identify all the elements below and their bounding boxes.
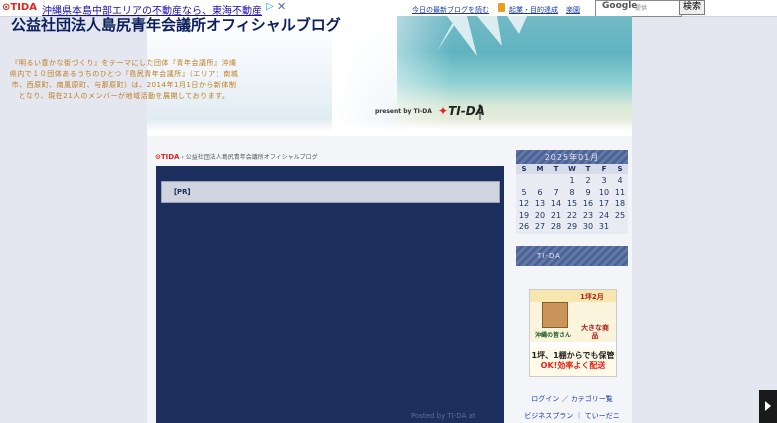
tida-logo[interactable]: ⊙TIDA (2, 2, 37, 13)
ad-banner-badge: 1坪2月 (580, 293, 604, 301)
breadcrumb-separator: › (181, 154, 184, 161)
calendar-day[interactable]: 12 (516, 199, 532, 208)
calendar-day[interactable]: 3 (596, 176, 612, 185)
calendar-dow: M (536, 165, 544, 173)
tida-box (516, 246, 628, 266)
google-logo: Google (602, 1, 638, 11)
calendar-dow: S (521, 165, 527, 173)
tida-logo-text: TI-DA (448, 104, 485, 118)
calendar-day[interactable]: 22 (564, 211, 580, 220)
tida-star-icon: ✦ (438, 104, 449, 118)
calendar-day[interactable]: 15 (564, 199, 580, 208)
calendar-day[interactable]: 11 (612, 188, 628, 197)
cardboard-box-icon (542, 302, 568, 328)
ad-choices-icon[interactable]: ▷ (266, 1, 274, 12)
pr-box (161, 181, 500, 203)
google-provided-label: 提供 (635, 5, 648, 12)
calendar-day[interactable]: 24 (596, 211, 612, 220)
latest-blog-link[interactable]: 今日の最新ブログを読む (412, 5, 489, 15)
next-arrow-icon[interactable] (759, 390, 777, 423)
calendar-day[interactable]: 19 (516, 211, 532, 220)
calendar-day[interactable]: 17 (596, 199, 612, 208)
calendar-dow: S (617, 165, 623, 173)
calendar-day[interactable]: 30 (580, 222, 596, 231)
calendar-title: 2025年01月 (544, 153, 600, 162)
calendar-day[interactable]: 25 (612, 211, 628, 220)
calendar-dow: T (553, 165, 559, 173)
calendar-day[interactable]: 2 (580, 176, 596, 185)
present-by-label: present by TI-DA (375, 108, 432, 115)
ad-banner-left-text: 沖縄の皆さん (534, 332, 571, 339)
calendar-day[interactable]: 8 (564, 188, 580, 197)
calendar-day[interactable]: 18 (612, 199, 628, 208)
main-content (156, 166, 504, 423)
calendar-day[interactable]: 31 (596, 222, 612, 231)
calendar-day[interactable]: 10 (596, 188, 612, 197)
header-swoosh (147, 119, 632, 136)
calendar-day[interactable]: 1 (564, 176, 580, 185)
calendar-day[interactable]: 29 (564, 222, 580, 231)
breadcrumb-tida-logo[interactable]: ⊙TIDA (155, 153, 179, 161)
tida-box-label[interactable]: TI-DA (537, 252, 561, 260)
breadcrumb-current[interactable]: 公益社団法人島尻青年会議所オフィシャルブログ (186, 154, 318, 161)
calendar-dow: T (585, 165, 591, 173)
calendar-day[interactable]: 9 (580, 188, 596, 197)
ad-banner-right-text: 大きな商品 (581, 324, 609, 340)
tida-present-logo[interactable]: ✦TI-DA (438, 104, 485, 118)
calendar-day[interactable]: 27 (532, 222, 548, 231)
sidebar-links-business[interactable]: ビジネスプラン ｜ ていーだニ (516, 411, 628, 421)
calendar-day[interactable]: 23 (580, 211, 596, 220)
calendar-day[interactable]: 13 (532, 199, 548, 208)
calendar-day[interactable]: 28 (548, 222, 564, 231)
close-icon[interactable]: ✕ (277, 0, 286, 13)
posted-by: Posted by TI-DA at (411, 412, 476, 420)
calendar-day[interactable]: 7 (548, 188, 564, 197)
pr-label: 【PR】 (170, 188, 195, 196)
calendar-day[interactable]: 20 (532, 211, 548, 220)
calendar-day[interactable]: 4 (612, 176, 628, 185)
calendar-dow: W (568, 165, 576, 173)
ad-banner-bottom-text: 1坪、1棚からでも保管 OK!効率よく配送 (530, 351, 616, 371)
calendar-day[interactable]: 21 (548, 211, 564, 220)
breadcrumb: ⊙TIDA › 公益社団法人島尻青年会議所オフィシャルブログ (155, 152, 318, 161)
goal-link[interactable]: 起業・目的達成 (509, 5, 558, 15)
blog-description: 『明るい豊かな街づくり』をテーマにした団体『青年会議所』沖縄県内で１０団体あるう… (9, 59, 239, 100)
search-button[interactable]: 検索 (679, 0, 705, 15)
calendar-day[interactable]: 5 (516, 188, 532, 197)
calendar-day[interactable]: 14 (548, 199, 564, 208)
ad-banner-line1: 1坪、1棚からでも保管 (531, 351, 615, 360)
paradise-link[interactable]: 楽園 (566, 5, 580, 15)
ad-banner-line2: OK!効率よく配送 (540, 361, 606, 370)
sidebar-links-login[interactable]: ログイン ／ カテゴリー覧 (516, 394, 628, 404)
calendar-day[interactable]: 6 (532, 188, 548, 197)
pen-icon (498, 3, 505, 12)
calendar-dow: F (601, 165, 607, 173)
blog-title[interactable]: 公益社団法人島尻青年会議所オフィシャルブログ (11, 14, 341, 35)
storage-ad-banner[interactable]: 1坪2月 沖縄の皆さん 大きな商品 1坪、1棚からでも保管 OK!効率よく配送 (529, 289, 617, 377)
calendar-day[interactable]: 26 (516, 222, 532, 231)
calendar-day[interactable]: 16 (580, 199, 596, 208)
